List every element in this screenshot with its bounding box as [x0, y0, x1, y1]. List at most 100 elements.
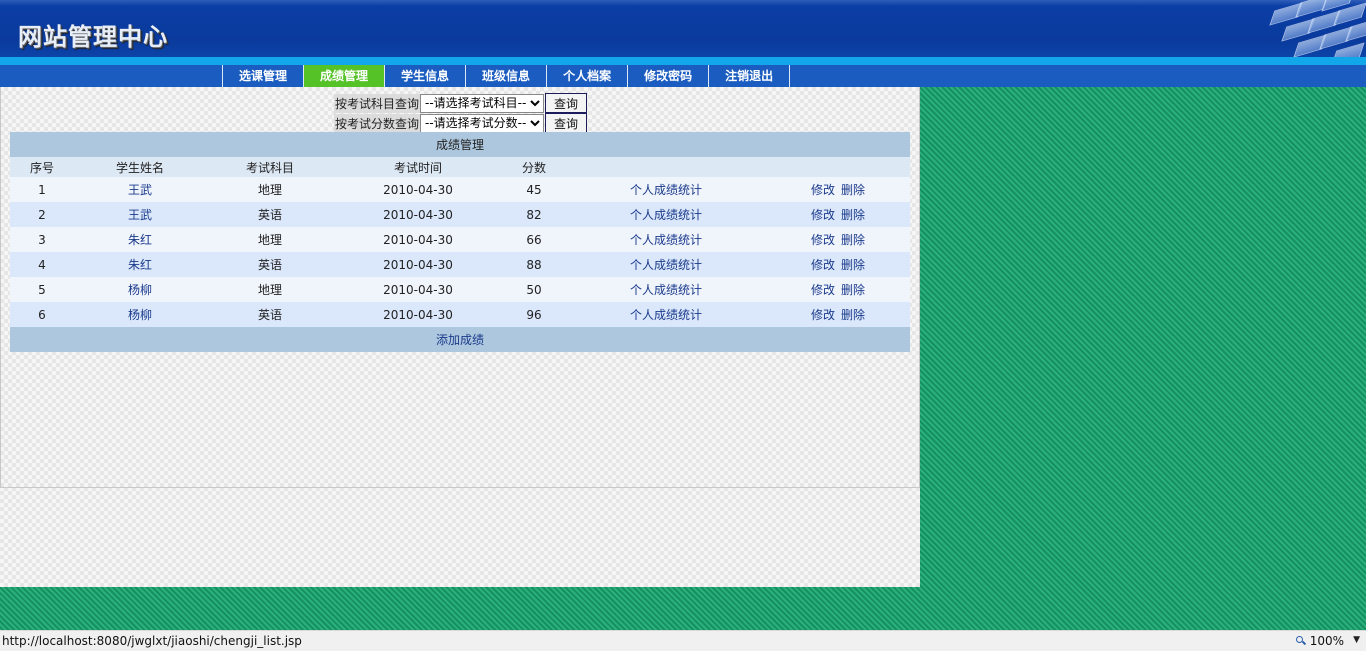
add-grade-link[interactable]: 添加成绩 — [436, 333, 484, 347]
cell-actions: 修改 删除 — [766, 277, 910, 302]
column-header-date: 考试时间 — [334, 157, 502, 177]
main-content: 按考试科目查询 --请选择考试科目-- 查询 按考试分数查询 --请选择考试分数… — [0, 87, 920, 587]
zoom-level: 100% — [1309, 634, 1344, 648]
cell-date: 2010-04-30 — [334, 227, 502, 252]
tab-change-password[interactable]: 修改密码 — [628, 65, 710, 87]
personal-stats-link[interactable]: 个人成绩统计 — [630, 233, 702, 247]
site-title: 网站管理中心 — [18, 23, 168, 51]
subject-query-row: 按考试科目查询 --请选择考试科目-- 查询 — [334, 93, 588, 113]
edit-link[interactable]: 修改 — [811, 308, 835, 322]
table-row: 5 杨柳 地理 2010-04-30 50 个人成绩统计 修改 删除 — [10, 277, 910, 302]
student-name-link[interactable]: 杨柳 — [128, 283, 152, 297]
table-caption-row: 成绩管理 — [10, 132, 910, 157]
cell-no: 6 — [10, 302, 74, 327]
table-caption: 成绩管理 — [10, 132, 910, 157]
keyboard-decoration-icon — [1256, 0, 1366, 57]
student-name-link[interactable]: 杨柳 — [128, 308, 152, 322]
cell-date: 2010-04-30 — [334, 202, 502, 227]
delete-link[interactable]: 删除 — [841, 283, 865, 297]
student-name-link[interactable]: 王武 — [128, 183, 152, 197]
cell-stats: 个人成绩统计 — [566, 202, 766, 227]
tab-logout[interactable]: 注销退出 — [709, 65, 791, 87]
column-header-score: 分数 — [502, 157, 566, 177]
cell-date: 2010-04-30 — [334, 277, 502, 302]
score-query-label: 按考试分数查询 — [334, 113, 421, 133]
cell-subject: 地理 — [206, 277, 334, 302]
subject-query-button[interactable]: 查询 — [545, 93, 588, 113]
cell-name: 王武 — [74, 177, 206, 202]
browser-status-bar: http://localhost:8080/jwglxt/jiaoshi/che… — [0, 630, 1366, 651]
site-header: 网站管理中心 — [0, 0, 1366, 57]
cell-no: 2 — [10, 202, 74, 227]
personal-stats-link[interactable]: 个人成绩统计 — [630, 208, 702, 222]
delete-link[interactable]: 删除 — [841, 258, 865, 272]
delete-link[interactable]: 删除 — [841, 233, 865, 247]
table-row: 1 王武 地理 2010-04-30 45 个人成绩统计 修改 删除 — [10, 177, 910, 202]
student-name-link[interactable]: 朱红 — [128, 258, 152, 272]
score-query-button[interactable]: 查询 — [545, 113, 588, 133]
subject-query-label: 按考试科目查询 — [334, 93, 421, 113]
table-header-row: 序号 学生姓名 考试科目 考试时间 分数 — [10, 157, 910, 177]
cell-score: 96 — [502, 302, 566, 327]
tab-class-info[interactable]: 班级信息 — [466, 65, 548, 87]
table-footer-row: 添加成绩 — [10, 327, 910, 352]
score-select[interactable]: --请选择考试分数-- — [420, 113, 545, 133]
personal-stats-link[interactable]: 个人成绩统计 — [630, 183, 702, 197]
cell-score: 66 — [502, 227, 566, 252]
cell-stats: 个人成绩统计 — [566, 302, 766, 327]
personal-stats-link[interactable]: 个人成绩统计 — [630, 308, 702, 322]
edit-link[interactable]: 修改 — [811, 183, 835, 197]
cell-subject: 英语 — [206, 202, 334, 227]
cell-no: 5 — [10, 277, 74, 302]
grade-table: 成绩管理 序号 学生姓名 考试科目 考试时间 分数 1 王武 地理 2010-0… — [10, 132, 910, 352]
subject-select[interactable]: --请选择考试科目-- — [420, 93, 545, 113]
tab-personal-profile[interactable]: 个人档案 — [547, 65, 629, 87]
status-url: http://localhost:8080/jwglxt/jiaoshi/che… — [2, 634, 302, 648]
cell-score: 45 — [502, 177, 566, 202]
personal-stats-link[interactable]: 个人成绩统计 — [630, 283, 702, 297]
cell-score: 82 — [502, 202, 566, 227]
student-name-link[interactable]: 朱红 — [128, 233, 152, 247]
zoom-control[interactable]: 100% — [1295, 634, 1344, 648]
delete-link[interactable]: 删除 — [841, 308, 865, 322]
cell-stats: 个人成绩统计 — [566, 252, 766, 277]
cell-actions: 修改 删除 — [766, 302, 910, 327]
cell-date: 2010-04-30 — [334, 177, 502, 202]
cell-stats: 个人成绩统计 — [566, 277, 766, 302]
cell-name: 杨柳 — [74, 277, 206, 302]
edit-link[interactable]: 修改 — [811, 258, 835, 272]
cell-subject: 地理 — [206, 227, 334, 252]
cell-subject: 英语 — [206, 252, 334, 277]
cell-actions: 修改 删除 — [766, 227, 910, 252]
edit-link[interactable]: 修改 — [811, 208, 835, 222]
cell-name: 杨柳 — [74, 302, 206, 327]
edit-link[interactable]: 修改 — [811, 283, 835, 297]
table-footer: 添加成绩 — [10, 327, 910, 352]
delete-link[interactable]: 删除 — [841, 183, 865, 197]
delete-link[interactable]: 删除 — [841, 208, 865, 222]
cell-date: 2010-04-30 — [334, 252, 502, 277]
column-header-stats — [566, 157, 766, 177]
personal-stats-link[interactable]: 个人成绩统计 — [630, 258, 702, 272]
table-row: 2 王武 英语 2010-04-30 82 个人成绩统计 修改 删除 — [10, 202, 910, 227]
student-name-link[interactable]: 王武 — [128, 208, 152, 222]
column-header-actions — [766, 157, 910, 177]
table-row: 6 杨柳 英语 2010-04-30 96 个人成绩统计 修改 删除 — [10, 302, 910, 327]
cell-name: 王武 — [74, 202, 206, 227]
score-query-row: 按考试分数查询 --请选择考试分数-- 查询 — [334, 113, 588, 133]
tab-course-selection[interactable]: 选课管理 — [223, 65, 305, 87]
main-nav: 选课管理 成绩管理 学生信息 班级信息 个人档案 修改密码 注销退出 — [222, 65, 791, 87]
table-row: 3 朱红 地理 2010-04-30 66 个人成绩统计 修改 删除 — [10, 227, 910, 252]
cell-actions: 修改 删除 — [766, 252, 910, 277]
cell-score: 88 — [502, 252, 566, 277]
cell-stats: 个人成绩统计 — [566, 227, 766, 252]
tab-student-info[interactable]: 学生信息 — [385, 65, 467, 87]
chevron-down-icon[interactable]: ▼ — [1353, 635, 1360, 645]
cell-no: 3 — [10, 227, 74, 252]
edit-link[interactable]: 修改 — [811, 233, 835, 247]
cell-subject: 英语 — [206, 302, 334, 327]
tab-grade-management[interactable]: 成绩管理 — [304, 65, 386, 87]
cell-name: 朱红 — [74, 252, 206, 277]
cell-actions: 修改 删除 — [766, 202, 910, 227]
cell-actions: 修改 删除 — [766, 177, 910, 202]
